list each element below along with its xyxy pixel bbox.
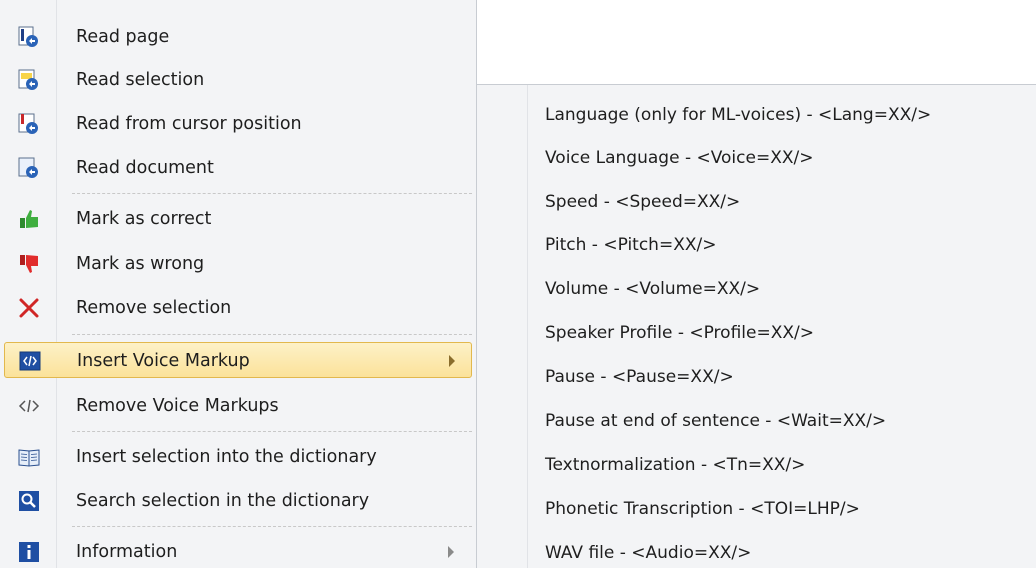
menu-separator bbox=[72, 431, 472, 432]
voice-markup-submenu: Language (only for ML-voices) - <Lang=XX… bbox=[476, 84, 1036, 568]
submenu-item-pause[interactable]: Pause - <Pause=XX/> bbox=[545, 362, 734, 392]
menu-item-read-from-cursor[interactable]: Read from cursor position bbox=[4, 106, 472, 142]
thumbs-up-icon bbox=[18, 208, 40, 230]
menu-item-insert-into-dictionary[interactable]: Insert selection into the dictionary bbox=[4, 439, 472, 475]
menu-item-remove-selection[interactable]: Remove selection bbox=[4, 290, 472, 326]
context-menu: Read page Read selection Read from curso… bbox=[0, 0, 477, 568]
submenu-item-phonetic-transcription[interactable]: Phonetic Transcription - <TOI=LHP/> bbox=[545, 494, 860, 524]
book-icon bbox=[18, 446, 40, 468]
menu-separator bbox=[72, 334, 472, 335]
menu-item-label: Search selection in the dictionary bbox=[76, 491, 370, 511]
menu-item-remove-voice-markups[interactable]: Remove Voice Markups bbox=[4, 388, 472, 424]
search-icon bbox=[18, 490, 40, 512]
submenu-item-pitch[interactable]: Pitch - <Pitch=XX/> bbox=[545, 230, 716, 260]
menu-item-label: Information bbox=[76, 542, 178, 562]
menu-item-label: Remove Voice Markups bbox=[76, 396, 279, 416]
submenu-item-volume[interactable]: Volume - <Volume=XX/> bbox=[545, 274, 760, 304]
read-selection-icon bbox=[18, 69, 40, 91]
submenu-item-voice-language[interactable]: Voice Language - <Voice=XX/> bbox=[545, 143, 813, 173]
submenu-item-language[interactable]: Language (only for ML-voices) - <Lang=XX… bbox=[545, 100, 931, 130]
code-tag-icon bbox=[18, 395, 40, 417]
read-page-icon bbox=[18, 26, 40, 48]
submenu-item-pause-end-sentence[interactable]: Pause at end of sentence - <Wait=XX/> bbox=[545, 406, 886, 436]
menu-item-label: Mark as correct bbox=[76, 209, 212, 229]
menu-item-insert-voice-markup[interactable]: Insert Voice Markup bbox=[4, 342, 472, 378]
submenu-item-speaker-profile[interactable]: Speaker Profile - <Profile=XX/> bbox=[545, 318, 814, 348]
menu-item-label: Read document bbox=[76, 158, 214, 178]
menu-item-read-selection[interactable]: Read selection bbox=[4, 62, 472, 98]
menu-item-label: Mark as wrong bbox=[76, 254, 205, 274]
menu-item-label: Insert Voice Markup bbox=[77, 351, 250, 371]
document-area bbox=[477, 0, 1036, 85]
menu-item-information[interactable]: Information bbox=[4, 534, 472, 570]
menu-separator bbox=[72, 193, 472, 194]
menu-item-mark-correct[interactable]: Mark as correct bbox=[4, 201, 472, 237]
thumbs-down-icon bbox=[18, 253, 40, 275]
submenu-arrow-icon bbox=[448, 546, 454, 558]
voice-markup-icon bbox=[19, 350, 41, 372]
submenu-icon-gutter bbox=[477, 85, 528, 568]
menu-item-label: Read selection bbox=[76, 70, 205, 90]
submenu-item-wav-file[interactable]: WAV file - <Audio=XX/> bbox=[545, 538, 751, 568]
menu-item-label: Remove selection bbox=[76, 298, 232, 318]
menu-item-read-page[interactable]: Read page bbox=[4, 19, 472, 55]
read-cursor-icon bbox=[18, 113, 40, 135]
menu-item-read-document[interactable]: Read document bbox=[4, 150, 472, 186]
submenu-item-textnormalization[interactable]: Textnormalization - <Tn=XX/> bbox=[545, 450, 805, 480]
menu-separator bbox=[72, 526, 472, 527]
menu-item-label: Read from cursor position bbox=[76, 114, 302, 134]
menu-item-label: Read page bbox=[76, 27, 170, 47]
remove-x-icon bbox=[18, 297, 40, 319]
info-icon bbox=[18, 541, 40, 563]
submenu-item-speed[interactable]: Speed - <Speed=XX/> bbox=[545, 187, 740, 217]
menu-item-search-dictionary[interactable]: Search selection in the dictionary bbox=[4, 483, 472, 519]
submenu-arrow-icon bbox=[449, 355, 455, 367]
menu-item-mark-wrong[interactable]: Mark as wrong bbox=[4, 246, 472, 282]
read-document-icon bbox=[18, 157, 40, 179]
menu-item-label: Insert selection into the dictionary bbox=[76, 447, 377, 467]
